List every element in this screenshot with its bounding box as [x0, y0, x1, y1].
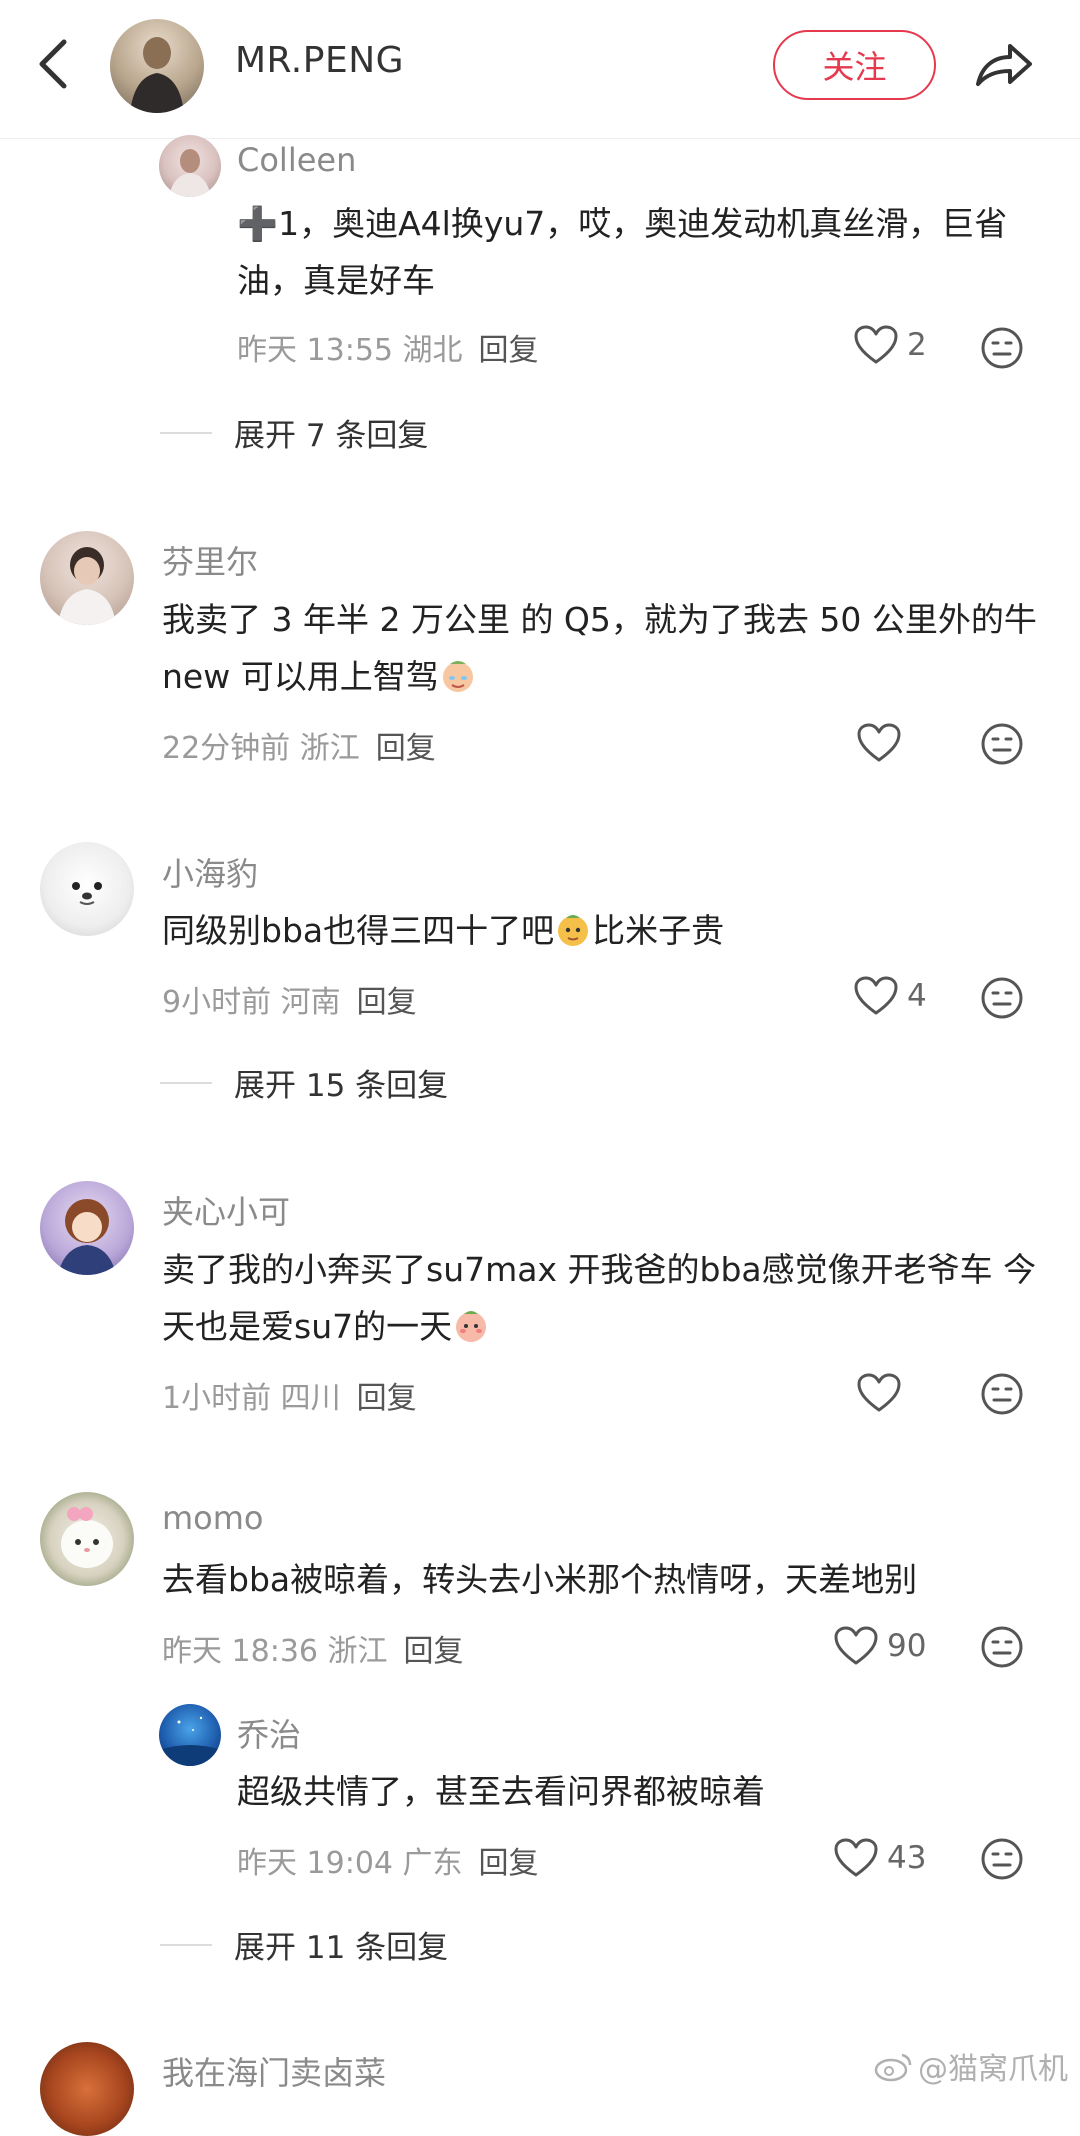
emoji-react-button[interactable]	[980, 1372, 1024, 1416]
avatar[interactable]	[159, 135, 221, 197]
reply-button[interactable]: 回复	[376, 731, 436, 766]
back-button[interactable]	[30, 34, 80, 94]
comment-username[interactable]: Colleen	[237, 141, 356, 179]
divider-line	[160, 1081, 212, 1084]
comment-meta: 9小时前 河南 回复	[162, 977, 417, 1021]
like-button[interactable]: 43	[833, 1837, 926, 1879]
heart-icon	[854, 325, 898, 364]
avatar[interactable]	[40, 531, 134, 625]
avatar[interactable]	[40, 842, 134, 936]
expand-replies-button[interactable]: 展开 15 条回复	[160, 1060, 448, 1105]
comment-time-location: 昨天 18:36 浙江	[162, 1634, 388, 1669]
crying-emoji-icon	[442, 661, 473, 692]
comment-text-body: 卖了我的小奔买了su7max 开我爸的bba感觉像开老爷车 今天也是爱su7的一…	[162, 1250, 1037, 1346]
shy-emoji-icon	[456, 1311, 487, 1342]
avatar[interactable]	[159, 1704, 221, 1766]
expand-replies-label: 展开 7 条回复	[234, 418, 429, 454]
back-arrow-icon	[39, 39, 67, 89]
comment-time-location: 9小时前 河南	[162, 985, 341, 1020]
comment-time-location: 昨天 13:55 湖北	[237, 333, 463, 368]
comment-meta: 1小时前 四川 回复	[162, 1373, 417, 1417]
like-button[interactable]: 4	[853, 975, 927, 1017]
author-avatar[interactable]	[110, 19, 204, 113]
reply-button[interactable]: 回复	[404, 1634, 464, 1669]
watermark: @猫窝爪机	[874, 2044, 1068, 2088]
heart-icon	[834, 1838, 878, 1877]
comment-time-location: 22分钟前 浙江	[162, 731, 360, 766]
comment-username[interactable]: 芬里尔	[162, 537, 258, 583]
divider-line	[160, 1943, 212, 1946]
comment-username[interactable]: 乔治	[237, 1710, 301, 1756]
emoji-react-button[interactable]	[980, 1625, 1024, 1669]
author-name[interactable]: MR.PENG	[235, 40, 404, 81]
expand-replies-button[interactable]: 展开 11 条回复	[160, 1922, 448, 1967]
avatar[interactable]	[40, 1492, 134, 1586]
share-icon	[976, 44, 1032, 86]
comment-text: 我卖了 3 年半 2 万公里 的 Q5，就为了我去 50 公里外的牛new 可以…	[162, 591, 1042, 705]
heart-icon	[857, 1373, 901, 1412]
comment-text: 去看bba被晾着，转头去小米那个热情呀，天差地别	[162, 1560, 918, 1599]
like-count: 4	[907, 978, 927, 1014]
comment-username[interactable]: momo	[162, 1499, 264, 1537]
like-count: 43	[887, 1840, 927, 1876]
like-button[interactable]: 2	[853, 324, 927, 366]
emoji-face-icon	[981, 327, 1023, 369]
expand-replies-label: 展开 15 条回复	[234, 1068, 449, 1104]
comment-text: 超级共情了，甚至去看问界都被晾着	[237, 1772, 765, 1811]
emoji-face-icon	[981, 977, 1023, 1019]
comment-time-location: 昨天 19:04 广东	[237, 1846, 463, 1881]
like-button[interactable]: 90	[833, 1625, 926, 1667]
emoji-face-icon	[981, 1626, 1023, 1668]
heart-icon	[854, 976, 898, 1015]
emoji-react-button[interactable]	[980, 326, 1024, 370]
comment-text-body: 同级别bba也得三四十了吧	[162, 911, 555, 950]
top-bar: MR.PENG 关注	[0, 0, 1080, 139]
like-button[interactable]	[856, 722, 910, 764]
avatar[interactable]	[40, 2042, 134, 2136]
like-count: 90	[887, 1628, 927, 1664]
emoji-react-button[interactable]	[980, 1837, 1024, 1881]
comment-meta: 昨天 13:55 湖北 回复	[237, 325, 539, 369]
comment-meta: 昨天 19:04 广东 回复	[237, 1838, 539, 1882]
avatar[interactable]	[40, 1181, 134, 1275]
comment-time-location: 1小时前 四川	[162, 1381, 341, 1416]
comment-text: 卖了我的小奔买了su7max 开我爸的bba感觉像开老爷车 今天也是爱su7的一…	[162, 1241, 1042, 1355]
weibo-logo-icon	[874, 2053, 912, 2082]
emoji-react-button[interactable]	[980, 722, 1024, 766]
follow-button[interactable]: 关注	[773, 30, 936, 100]
like-count: 2	[907, 327, 927, 363]
divider-line	[160, 431, 212, 434]
heart-icon	[857, 723, 901, 762]
expand-replies-label: 展开 11 条回复	[234, 1930, 449, 1966]
watermark-text: @猫窝爪机	[918, 2052, 1068, 2087]
reply-button[interactable]: 回复	[357, 985, 417, 1020]
comment-text: 同级别bba也得三四十了吧 比米子贵	[162, 902, 1042, 959]
emoji-face-icon	[981, 1373, 1023, 1415]
comment-meta: 昨天 18:36 浙江 回复	[162, 1626, 464, 1670]
comment-username[interactable]: 小海豹	[162, 849, 258, 895]
reply-button[interactable]: 回复	[357, 1381, 417, 1416]
emoji-face-icon	[981, 723, 1023, 765]
like-button[interactable]	[856, 1372, 910, 1414]
emoji-face-icon	[981, 1838, 1023, 1880]
share-button[interactable]	[970, 32, 1036, 98]
reply-button[interactable]: 回复	[479, 1846, 539, 1881]
emoji-react-button[interactable]	[980, 976, 1024, 1020]
comment-text: ➕1，奥迪A4l换yu7，哎，奥迪发动机真丝滑，巨省油，真是好车	[237, 204, 1008, 300]
comment-username[interactable]: 我在海门卖卤菜	[162, 2048, 386, 2094]
expand-replies-button[interactable]: 展开 7 条回复	[160, 410, 428, 455]
reply-button[interactable]: 回复	[479, 333, 539, 368]
comment-text-body: 比米子贵	[592, 911, 725, 950]
heart-icon	[834, 1626, 878, 1665]
comment-username[interactable]: 夹心小可	[162, 1187, 290, 1233]
sweat-emoji-icon	[558, 915, 589, 946]
comment-text-body: 我卖了 3 年半 2 万公里 的 Q5，就为了我去 50 公里外的牛new 可以…	[162, 600, 1037, 696]
comment-meta: 22分钟前 浙江 回复	[162, 723, 436, 767]
